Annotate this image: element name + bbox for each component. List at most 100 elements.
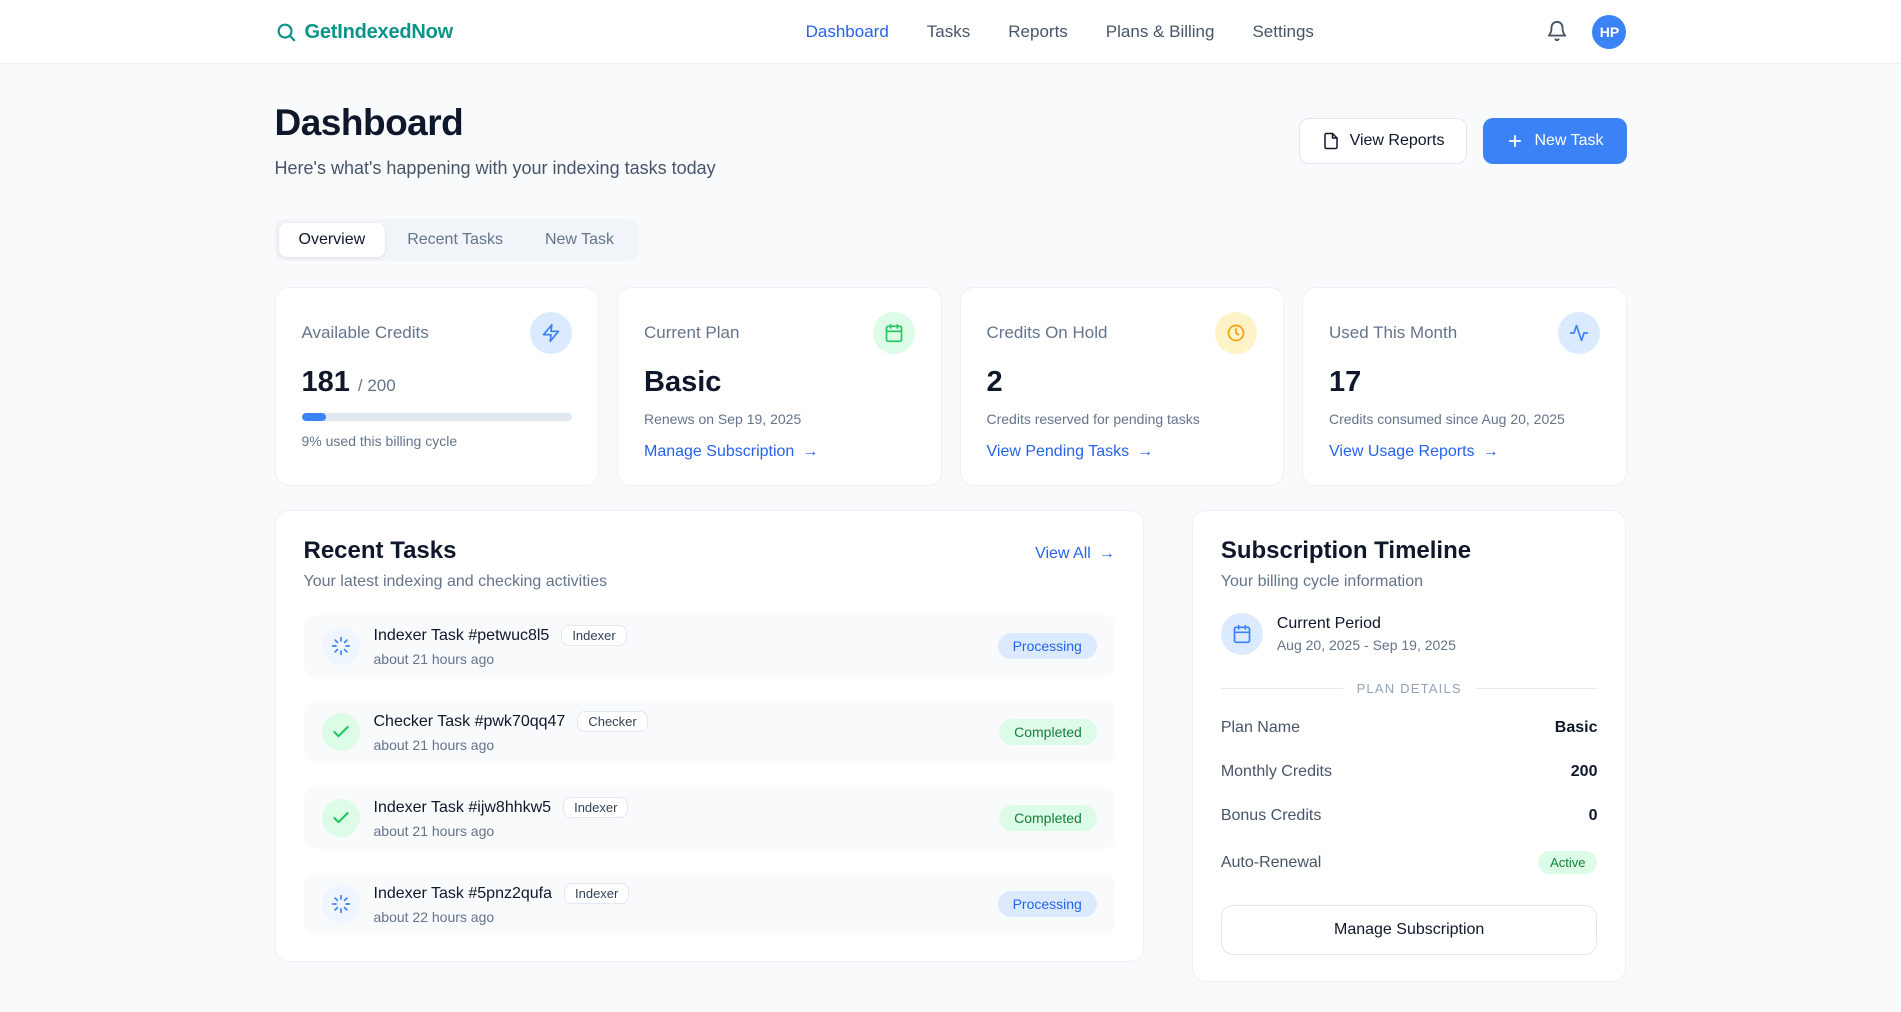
nav-item-dashboard[interactable]: Dashboard (806, 22, 889, 42)
plan-name-row: Plan Name Basic (1221, 706, 1598, 750)
nav-item-plans-billing[interactable]: Plans & Billing (1106, 22, 1215, 42)
used-this-month-note: Credits consumed since Aug 20, 2025 (1329, 411, 1600, 427)
current-period-row: Current Period Aug 20, 2025 - Sep 19, 20… (1221, 613, 1598, 655)
recent-tasks-title: Recent Tasks (304, 537, 608, 565)
new-task-label: New Task (1534, 132, 1603, 150)
new-task-button[interactable]: New Task (1483, 118, 1626, 164)
task-row[interactable]: Checker Task #pwk70qq47 Checker about 21… (304, 701, 1115, 763)
stat-label-credits-on-hold: Credits On Hold (987, 323, 1108, 343)
stat-card-credits-on-hold: Credits On Hold 2 Credits reserved for p… (960, 287, 1285, 486)
top-navigation-bar: GetIndexedNow Dashboard Tasks Reports Pl… (0, 0, 1901, 64)
nav-item-settings[interactable]: Settings (1252, 22, 1313, 42)
monthly-credits-label: Monthly Credits (1221, 763, 1332, 781)
task-row[interactable]: Indexer Task #ijw8hhkw5 Indexer about 21… (304, 787, 1115, 849)
view-pending-tasks-link[interactable]: View Pending Tasks (987, 443, 1154, 461)
task-row[interactable]: Indexer Task #petwuc8l5 Indexer about 21… (304, 615, 1115, 677)
loader-icon (322, 885, 360, 923)
subscription-timeline-subtitle: Your billing cycle information (1221, 573, 1598, 591)
credits-on-hold-note: Credits reserved for pending tasks (987, 411, 1258, 427)
loader-icon (322, 627, 360, 665)
tab-recent-tasks[interactable]: Recent Tasks (387, 223, 523, 257)
arrow-right-icon (1099, 545, 1115, 563)
report-file-icon (1322, 132, 1340, 150)
tab-new-task[interactable]: New Task (525, 223, 634, 257)
plan-details-divider-label: PLAN DETAILS (1357, 681, 1462, 696)
status-badge: Completed (999, 719, 1097, 745)
current-plan-note: Renews on Sep 19, 2025 (644, 411, 915, 427)
user-avatar[interactable]: HP (1592, 15, 1626, 49)
view-usage-reports-link-label: View Usage Reports (1329, 443, 1475, 461)
current-plan-value: Basic (644, 366, 721, 399)
page-header: Dashboard Here's what's happening with y… (275, 102, 1627, 179)
plan-details-divider: PLAN DETAILS (1221, 681, 1598, 696)
stat-label-used-this-month: Used This Month (1329, 323, 1457, 343)
notification-bell-icon[interactable] (1546, 20, 1570, 44)
view-reports-button[interactable]: View Reports (1299, 118, 1468, 164)
current-period-label: Current Period (1277, 615, 1456, 633)
recent-tasks-subtitle: Your latest indexing and checking activi… (304, 573, 608, 591)
plan-name-value: Basic (1555, 719, 1598, 737)
credits-usage-note: 9% used this billing cycle (302, 433, 573, 449)
auto-renewal-label: Auto-Renewal (1221, 854, 1322, 872)
page-subtitle: Here's what's happening with your indexi… (275, 158, 716, 179)
stat-card-current-plan: Current Plan Basic Renews on Sep 19, 202… (617, 287, 942, 486)
main-nav: Dashboard Tasks Reports Plans & Billing … (806, 22, 1314, 42)
status-badge: Completed (999, 805, 1097, 831)
view-usage-reports-link[interactable]: View Usage Reports (1329, 443, 1499, 461)
stat-card-used-this-month: Used This Month 17 Credits consumed sinc… (1302, 287, 1627, 486)
stat-label-current-plan: Current Plan (644, 323, 739, 343)
check-icon (322, 799, 360, 837)
stat-label-available-credits: Available Credits (302, 323, 429, 343)
task-type-badge: Indexer (564, 883, 629, 904)
app-logo[interactable]: GetIndexedNow (275, 21, 454, 44)
manage-subscription-link[interactable]: Manage Subscription (644, 443, 818, 461)
header-actions: View Reports New Task (1299, 118, 1627, 164)
task-time: about 21 hours ago (374, 823, 629, 839)
credits-progress-fill (302, 413, 326, 421)
view-all-link[interactable]: View All (1035, 545, 1115, 563)
task-name: Checker Task #pwk70qq47 (374, 713, 566, 731)
task-name: Indexer Task #ijw8hhkw5 (374, 799, 552, 817)
task-list: Indexer Task #petwuc8l5 Indexer about 21… (304, 615, 1115, 935)
activity-icon (1558, 312, 1600, 354)
task-row[interactable]: Indexer Task #5pnz2qufa Indexer about 22… (304, 873, 1115, 935)
status-badge: Processing (998, 633, 1097, 659)
plus-icon (1506, 132, 1524, 150)
monthly-credits-row: Monthly Credits 200 (1221, 750, 1598, 794)
arrow-right-icon (1137, 443, 1153, 461)
subscription-timeline-panel: Subscription Timeline Your billing cycle… (1192, 510, 1627, 982)
manage-subscription-link-label: Manage Subscription (644, 443, 794, 461)
plan-name-label: Plan Name (1221, 719, 1300, 737)
task-time: about 21 hours ago (374, 651, 627, 667)
calendar-icon (873, 312, 915, 354)
check-icon (322, 713, 360, 751)
view-tabs: Overview Recent Tasks New Task (275, 219, 639, 261)
arrow-right-icon (802, 443, 818, 461)
view-reports-label: View Reports (1350, 132, 1445, 150)
view-all-link-label: View All (1035, 545, 1091, 563)
nav-item-reports[interactable]: Reports (1008, 22, 1068, 42)
recent-tasks-panel: Recent Tasks Your latest indexing and ch… (275, 510, 1144, 962)
zap-icon (530, 312, 572, 354)
clock-icon (1215, 312, 1257, 354)
status-badge: Processing (998, 891, 1097, 917)
subscription-timeline-title: Subscription Timeline (1221, 537, 1598, 565)
bottom-grid: Recent Tasks Your latest indexing and ch… (275, 510, 1627, 1012)
nav-item-tasks[interactable]: Tasks (927, 22, 970, 42)
arrow-right-icon (1483, 443, 1499, 461)
task-type-badge: Indexer (561, 625, 626, 646)
tab-overview[interactable]: Overview (279, 223, 386, 257)
available-credits-value: 181 (302, 366, 350, 399)
bonus-credits-label: Bonus Credits (1221, 807, 1322, 825)
credits-progress-bar (302, 413, 573, 421)
auto-renewal-row: Auto-Renewal Active (1221, 838, 1598, 887)
view-pending-tasks-link-label: View Pending Tasks (987, 443, 1130, 461)
stat-card-available-credits: Available Credits 181 / 200 9% used this… (275, 287, 600, 486)
task-type-badge: Indexer (563, 797, 628, 818)
bonus-credits-row: Bonus Credits 0 (1221, 794, 1598, 838)
credits-on-hold-value: 2 (987, 366, 1003, 399)
current-period-value: Aug 20, 2025 - Sep 19, 2025 (1277, 637, 1456, 653)
calendar-icon (1221, 613, 1263, 655)
auto-renewal-status-badge: Active (1538, 851, 1597, 874)
task-type-badge: Checker (577, 711, 647, 732)
